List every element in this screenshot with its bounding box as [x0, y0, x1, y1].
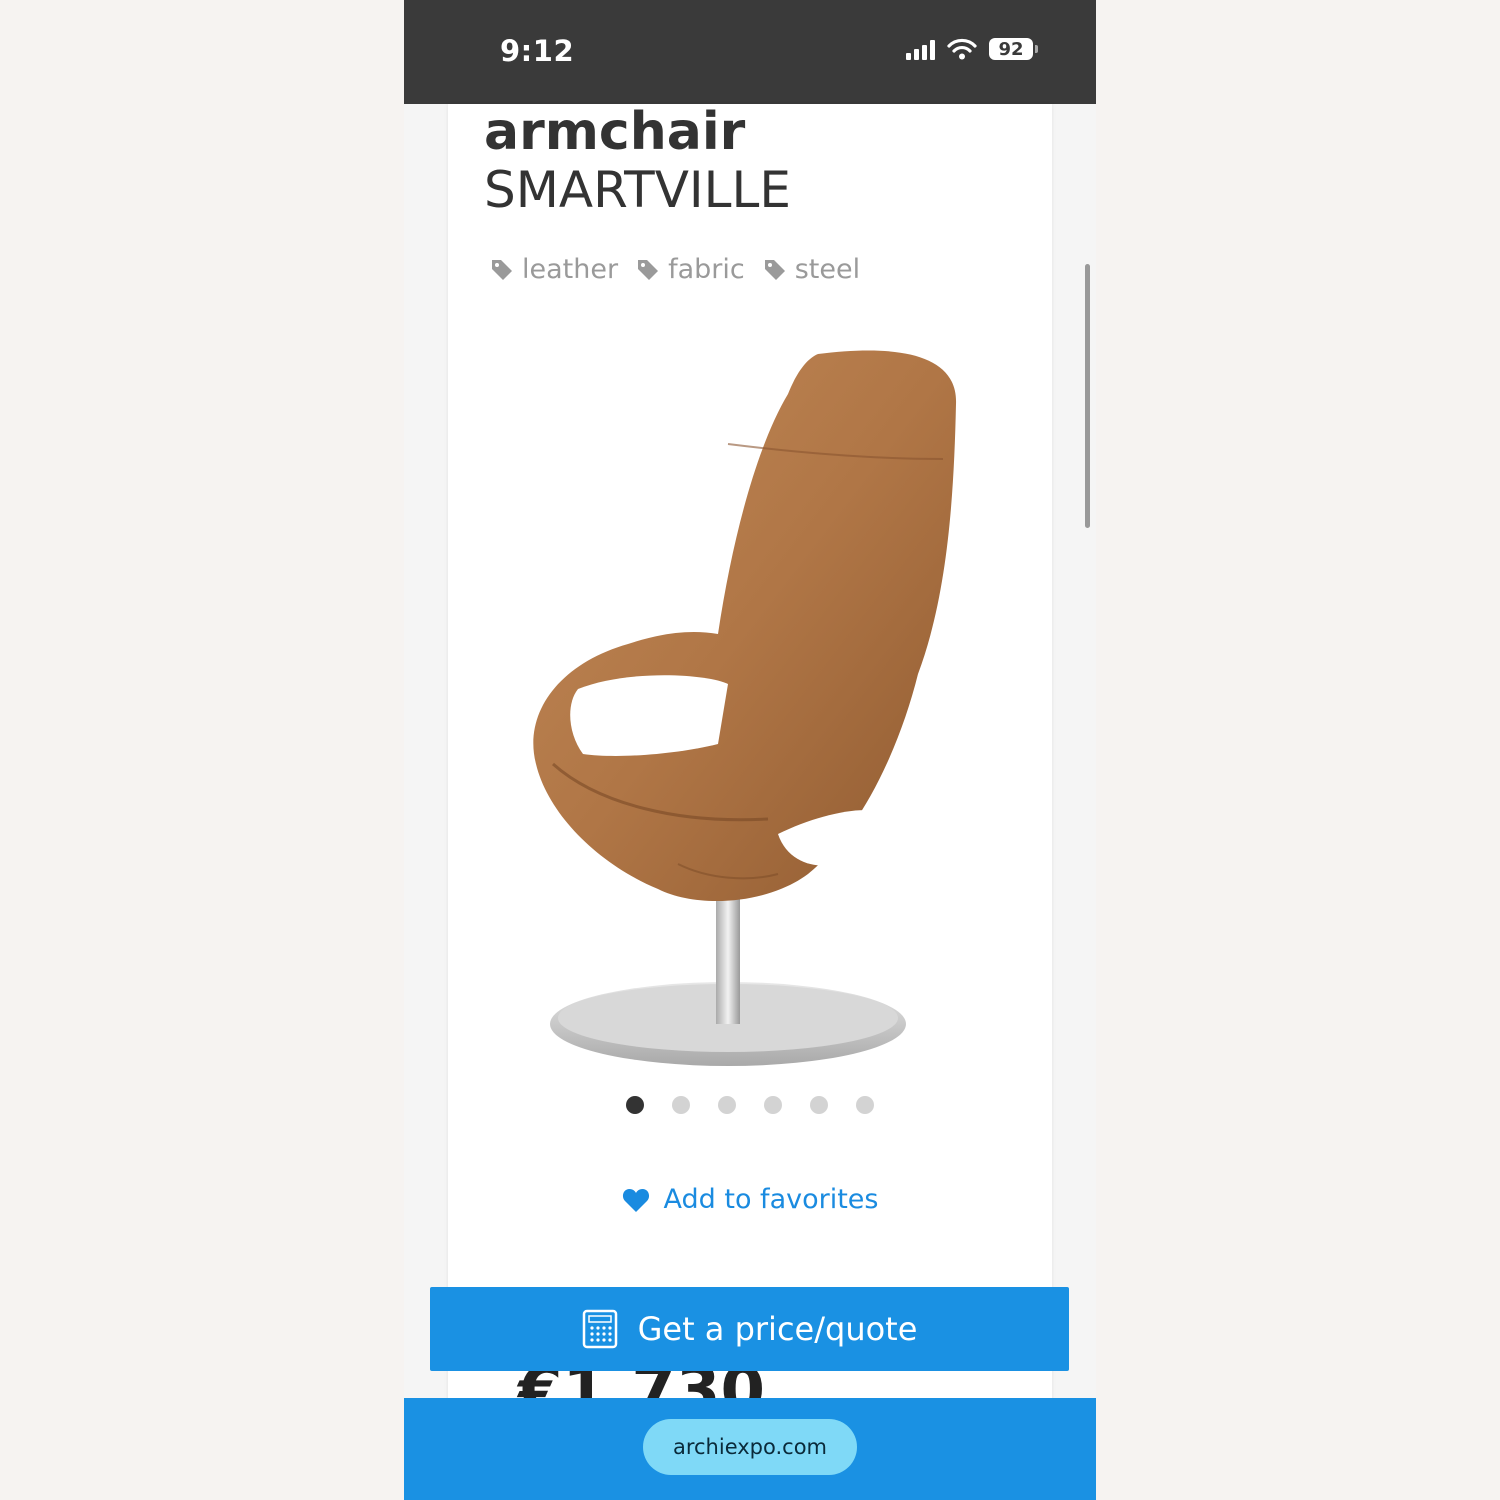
scrollbar[interactable] [1085, 264, 1090, 528]
tag-fabric[interactable]: fabric [636, 254, 745, 285]
browser-bottom-bar: archiexpo.com [404, 1398, 1096, 1500]
gallery-dot[interactable] [672, 1096, 690, 1114]
tag-label: steel [794, 254, 861, 285]
battery-level: 92 [989, 38, 1033, 60]
quote-button-label: Get a price/quote [637, 1310, 918, 1348]
heart-icon [622, 1188, 649, 1212]
gallery-pagination [448, 1096, 1052, 1114]
gallery-dot[interactable] [810, 1096, 828, 1114]
tag-icon [638, 259, 659, 280]
gallery-dot[interactable] [626, 1096, 644, 1114]
battery-icon: 92 [989, 38, 1038, 60]
add-to-favorites-link[interactable]: Add to favorites [448, 1184, 1052, 1215]
status-time: 9:12 [500, 34, 575, 68]
material-tags: leather fabric steel [490, 254, 860, 285]
wifi-icon [947, 38, 977, 60]
status-icons: 92 [906, 38, 1038, 60]
cellular-signal-icon [906, 38, 935, 60]
product-card: armchair SMARTVILLE leather fabric steel [448, 102, 1052, 1428]
tag-steel[interactable]: steel [763, 254, 860, 285]
tag-label: fabric [668, 254, 745, 285]
gallery-dot[interactable] [856, 1096, 874, 1114]
tag-label: leather [522, 254, 619, 285]
status-bar: 9:12 92 [404, 0, 1096, 104]
tag-icon [492, 259, 512, 280]
gallery-dot[interactable] [764, 1096, 782, 1114]
get-quote-button[interactable]: Get a price/quote [430, 1287, 1069, 1371]
product-name-title: SMARTVILLE [484, 161, 791, 219]
phone-screen: 9:12 92 armchair SMARTVILLE leather fabr… [404, 0, 1096, 1500]
tag-leather[interactable]: leather [490, 254, 618, 285]
favorites-label: Add to favorites [663, 1184, 879, 1215]
product-image-armchair[interactable] [478, 334, 1038, 1074]
calculator-icon [582, 1309, 617, 1349]
product-type-title: armchair [484, 102, 746, 162]
address-bar[interactable]: archiexpo.com [643, 1419, 857, 1475]
tag-icon [764, 259, 785, 280]
gallery-dot[interactable] [718, 1096, 736, 1114]
